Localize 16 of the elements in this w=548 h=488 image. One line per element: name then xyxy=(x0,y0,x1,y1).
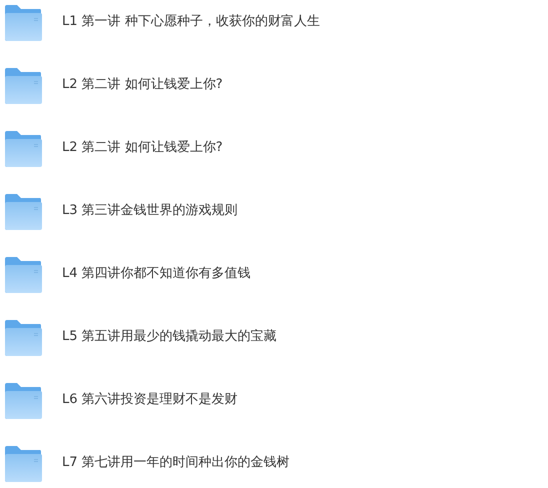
folder-icon xyxy=(4,68,42,104)
folder-name[interactable]: L5 第五讲用最少的钱撬动最大的宝藏 xyxy=(62,328,277,346)
folder-icon xyxy=(4,131,42,167)
folder-icon xyxy=(4,257,42,293)
folder-name[interactable]: L3 第三讲金钱世界的游戏规则 xyxy=(62,202,238,220)
folder-icon xyxy=(4,446,42,482)
folder-name[interactable]: L4 第四讲你都不知道你有多值钱 xyxy=(62,265,251,283)
folder-name[interactable]: L1 第一讲 种下心愿种子，收获你的财富人生 xyxy=(62,13,320,31)
folder-name[interactable]: L2 第二讲 如何让钱爱上你? xyxy=(62,139,223,157)
folder-icon xyxy=(4,5,42,41)
folder-name[interactable]: L6 第六讲投资是理财不是发财 xyxy=(62,391,238,409)
folder-name[interactable]: L2 第二讲 如何让钱爱上你? xyxy=(62,76,223,94)
folder-name[interactable]: L7 第七讲用一年的时间种出你的金钱树 xyxy=(62,454,290,472)
folder-icon xyxy=(4,383,42,419)
folder-icon xyxy=(4,320,42,356)
folder-icon xyxy=(4,194,42,230)
